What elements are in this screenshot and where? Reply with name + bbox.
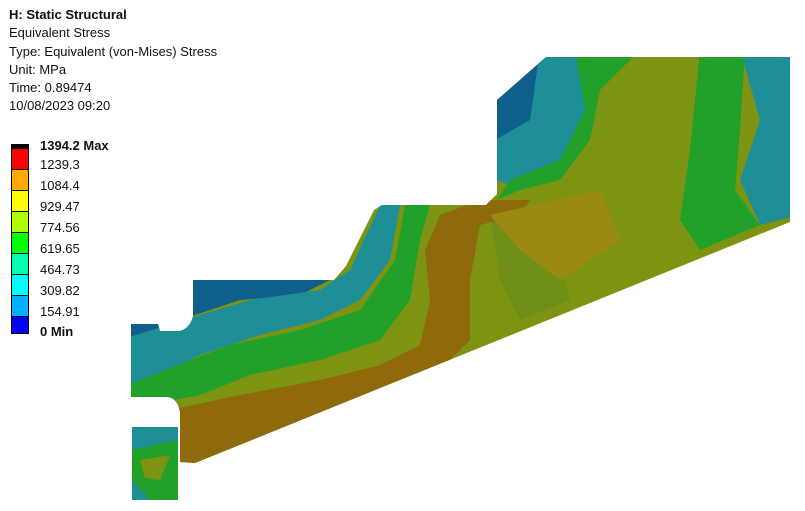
stress-contour-model[interactable] [0, 0, 805, 511]
